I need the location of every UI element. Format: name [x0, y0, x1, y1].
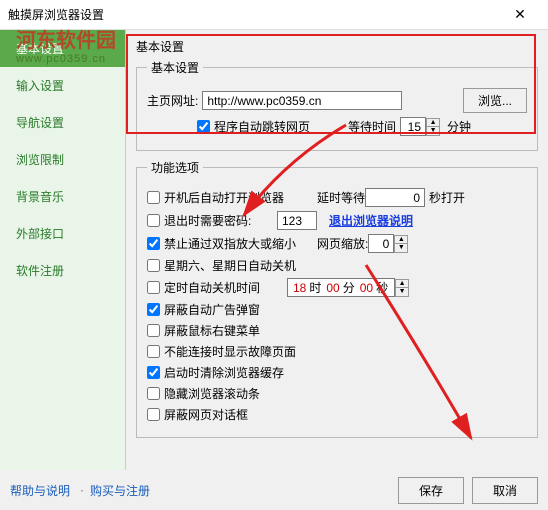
save-button[interactable]: 保存: [398, 477, 464, 504]
block-popup-checkbox[interactable]: [147, 303, 160, 316]
sidebar-item-nav[interactable]: 导航设置: [0, 104, 125, 141]
auto-jump-checkbox[interactable]: [197, 120, 210, 133]
basic-legend: 基本设置: [147, 59, 203, 76]
time-spinner[interactable]: ▲▼: [395, 279, 409, 297]
auto-open-checkbox[interactable]: [147, 191, 160, 204]
delay-input[interactable]: [365, 188, 425, 207]
sidebar-item-music[interactable]: 背景音乐: [0, 178, 125, 215]
footer: 帮助与说明 · 购买与注册 保存 取消: [0, 470, 548, 510]
zoom-input[interactable]: [368, 234, 394, 253]
window-title: 触摸屏浏览器设置: [8, 6, 500, 23]
block-dialog-checkbox[interactable]: [147, 408, 160, 421]
browse-button[interactable]: 浏览...: [463, 88, 527, 113]
no-error-checkbox[interactable]: [147, 345, 160, 358]
basic-settings-group: 基本设置 主页网址: 浏览... 程序自动跳转网页 等待时间 ▲▼ 分钟: [136, 59, 538, 151]
hide-scroll-checkbox[interactable]: [147, 387, 160, 400]
block-rmenu-checkbox[interactable]: [147, 324, 160, 337]
sidebar-item-external[interactable]: 外部接口: [0, 215, 125, 252]
wait-spinner[interactable]: ▲▼: [426, 118, 440, 136]
options-legend: 功能选项: [147, 159, 203, 176]
timed-off-checkbox[interactable]: [147, 281, 160, 294]
pinch-checkbox[interactable]: [147, 237, 160, 250]
options-group: 功能选项 开机后自动打开浏览器 延时等待 秒打开 退出时需要密码: 退出浏览器说…: [136, 159, 538, 438]
sidebar: 基本设置 输入设置 导航设置 浏览限制 背景音乐 外部接口 软件注册: [0, 30, 126, 470]
zoom-label: 网页缩放:: [317, 235, 368, 252]
sidebar-item-input[interactable]: 输入设置: [0, 67, 125, 104]
shutdown-time-input[interactable]: 18时 00分 00秒: [287, 278, 395, 297]
help-link[interactable]: 帮助与说明: [10, 482, 70, 499]
title-bar: 触摸屏浏览器设置 ✕: [0, 0, 548, 30]
buy-link[interactable]: 购买与注册: [90, 482, 150, 499]
homepage-input[interactable]: [202, 91, 402, 110]
wait-label: 等待时间: [348, 118, 396, 135]
exit-help-link[interactable]: 退出浏览器说明: [329, 212, 413, 229]
delay-unit: 秒打开: [429, 189, 465, 206]
sidebar-item-limit[interactable]: 浏览限制: [0, 141, 125, 178]
wait-unit: 分钟: [447, 118, 471, 135]
wait-input[interactable]: [400, 117, 426, 136]
weekend-checkbox[interactable]: [147, 259, 160, 272]
sidebar-item-register[interactable]: 软件注册: [0, 252, 125, 289]
clear-cache-checkbox[interactable]: [147, 366, 160, 379]
homepage-label: 主页网址:: [147, 92, 198, 109]
exit-pwd-input[interactable]: [277, 211, 317, 230]
content-panel: 基本设置 基本设置 主页网址: 浏览... 程序自动跳转网页 等待时间 ▲▼ 分…: [126, 30, 548, 470]
section-header: 基本设置: [136, 38, 538, 55]
close-icon[interactable]: ✕: [500, 6, 540, 23]
delay-label: 延时等待: [317, 189, 365, 206]
zoom-spinner[interactable]: ▲▼: [394, 235, 408, 253]
cancel-button[interactable]: 取消: [472, 477, 538, 504]
exit-pwd-checkbox[interactable]: [147, 214, 160, 227]
sidebar-item-basic[interactable]: 基本设置: [0, 30, 125, 67]
auto-jump-label: 程序自动跳转网页: [214, 118, 310, 135]
